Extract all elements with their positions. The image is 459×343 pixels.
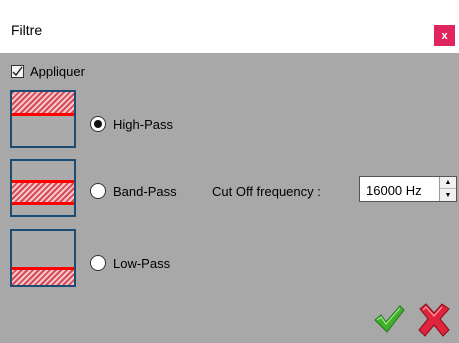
radio-high-pass-button[interactable] <box>90 116 106 132</box>
window-title: Filtre <box>11 22 43 38</box>
radio-band-pass[interactable]: Band-Pass <box>90 183 177 199</box>
checkmark-icon <box>12 66 23 77</box>
radio-high-pass-label: High-Pass <box>113 116 173 132</box>
radio-high-pass[interactable]: High-Pass <box>90 116 173 132</box>
radio-low-pass-button[interactable] <box>90 255 106 271</box>
radio-low-pass-label: Low-Pass <box>113 255 171 271</box>
cutoff-label: Cut Off frequency : <box>212 184 321 199</box>
apply-checkbox[interactable] <box>11 65 24 78</box>
apply-checkbox-row[interactable]: Appliquer <box>11 64 85 79</box>
close-icon: x <box>441 29 448 42</box>
spin-buttons: ▲ ▼ <box>439 177 456 201</box>
cutoff-frequency-input[interactable]: 16000 Hz ▲ ▼ <box>359 176 457 202</box>
radio-band-pass-label: Band-Pass <box>113 183 177 199</box>
close-button[interactable]: x <box>434 25 455 46</box>
low-pass-filter-icon <box>10 229 76 287</box>
cancel-button[interactable] <box>416 303 452 337</box>
title-bar: Filtre x <box>0 0 459 53</box>
apply-label: Appliquer <box>30 64 85 79</box>
red-x-icon <box>418 303 450 337</box>
spin-up-icon[interactable]: ▲ <box>440 177 456 189</box>
ok-button[interactable] <box>373 303 405 335</box>
spin-down-icon[interactable]: ▼ <box>440 189 456 201</box>
high-pass-filter-icon <box>10 90 76 148</box>
cutoff-value: 16000 Hz <box>366 183 422 198</box>
radio-low-pass[interactable]: Low-Pass <box>90 255 170 271</box>
band-pass-filter-icon <box>10 159 76 217</box>
radio-band-pass-button[interactable] <box>90 183 106 199</box>
dialog-body: Appliquer High-Pass Band-Pass Low-Pass C… <box>0 53 459 343</box>
green-checkmark-icon <box>374 305 405 333</box>
